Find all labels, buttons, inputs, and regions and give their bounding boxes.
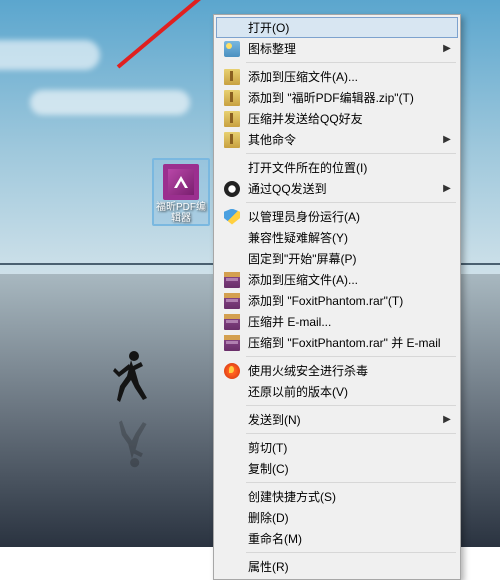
menu-restore-version[interactable]: 还原以前的版本(V) bbox=[216, 381, 458, 402]
menu-label: 剪切(T) bbox=[244, 439, 454, 456]
separator bbox=[246, 153, 456, 154]
menu-label: 兼容性疑难解答(Y) bbox=[244, 229, 454, 246]
menu-label: 其他命令 bbox=[244, 131, 440, 148]
menu-add-foxit-rar[interactable]: 添加到 "FoxitPhantom.rar"(T) bbox=[216, 290, 458, 311]
menu-label: 还原以前的版本(V) bbox=[244, 383, 454, 400]
menu-label: 压缩到 "FoxitPhantom.rar" 并 E-mail bbox=[244, 334, 454, 351]
separator bbox=[246, 202, 456, 203]
foxit-app-icon bbox=[163, 164, 199, 200]
menu-add-named-zip[interactable]: 添加到 "福昕PDF编辑器.zip"(T) bbox=[216, 87, 458, 108]
menu-other-commands[interactable]: 其他命令 ▶ bbox=[216, 129, 458, 150]
picture-icon bbox=[224, 41, 240, 57]
rar-icon bbox=[224, 335, 240, 351]
menu-pin-start[interactable]: 固定到"开始"屏幕(P) bbox=[216, 248, 458, 269]
menu-compat[interactable]: 兼容性疑难解答(Y) bbox=[216, 227, 458, 248]
menu-zip-send-qq[interactable]: 压缩并发送给QQ好友 bbox=[216, 108, 458, 129]
qq-icon bbox=[224, 181, 240, 197]
menu-open[interactable]: 打开(O) bbox=[216, 17, 458, 38]
shield-icon bbox=[224, 209, 240, 225]
menu-label: 通过QQ发送到 bbox=[244, 180, 440, 197]
menu-properties[interactable]: 属性(R) bbox=[216, 556, 458, 577]
menu-qq-send[interactable]: 通过QQ发送到 ▶ bbox=[216, 178, 458, 199]
menu-label: 发送到(N) bbox=[244, 411, 440, 428]
menu-zip-email[interactable]: 压缩并 E-mail... bbox=[216, 311, 458, 332]
menu-label: 打开文件所在的位置(I) bbox=[244, 159, 454, 176]
rar-icon bbox=[224, 293, 240, 309]
menu-cut[interactable]: 剪切(T) bbox=[216, 437, 458, 458]
menu-delete[interactable]: 删除(D) bbox=[216, 507, 458, 528]
menu-label: 压缩并发送给QQ好友 bbox=[244, 110, 454, 127]
menu-label: 图标整理 bbox=[244, 40, 440, 57]
separator bbox=[246, 356, 456, 357]
menu-label: 添加到 "福昕PDF编辑器.zip"(T) bbox=[244, 89, 454, 106]
menu-label: 添加到压缩文件(A)... bbox=[244, 68, 454, 85]
menu-label: 添加到 "FoxitPhantom.rar"(T) bbox=[244, 292, 454, 309]
rar-icon bbox=[224, 314, 240, 330]
context-menu: 打开(O) 图标整理 ▶ 添加到压缩文件(A)... 添加到 "福昕PDF编辑器… bbox=[213, 14, 461, 580]
archive-icon bbox=[224, 69, 240, 85]
desktop-icon-foxit-pdf[interactable]: 福昕PDF编辑器 bbox=[152, 158, 210, 226]
menu-label: 属性(R) bbox=[244, 558, 454, 575]
menu-rename[interactable]: 重命名(M) bbox=[216, 528, 458, 549]
menu-label: 固定到"开始"屏幕(P) bbox=[244, 250, 454, 267]
separator bbox=[246, 62, 456, 63]
menu-label: 复制(C) bbox=[244, 460, 454, 477]
separator bbox=[246, 482, 456, 483]
separator bbox=[246, 405, 456, 406]
submenu-arrow-icon: ▶ bbox=[440, 414, 454, 425]
menu-send-to[interactable]: 发送到(N) ▶ bbox=[216, 409, 458, 430]
menu-zip-foxit-email[interactable]: 压缩到 "FoxitPhantom.rar" 并 E-mail bbox=[216, 332, 458, 353]
menu-label: 删除(D) bbox=[244, 509, 454, 526]
rar-icon bbox=[224, 272, 240, 288]
menu-icon-tidy[interactable]: 图标整理 ▶ bbox=[216, 38, 458, 59]
huorong-icon bbox=[224, 363, 240, 379]
menu-label: 打开(O) bbox=[244, 19, 454, 36]
menu-label: 添加到压缩文件(A)... bbox=[244, 271, 454, 288]
menu-label: 使用火绒安全进行杀毒 bbox=[244, 362, 454, 379]
submenu-arrow-icon: ▶ bbox=[440, 43, 454, 54]
menu-add-archive-rar[interactable]: 添加到压缩文件(A)... bbox=[216, 269, 458, 290]
archive-icon bbox=[224, 90, 240, 106]
menu-add-archive[interactable]: 添加到压缩文件(A)... bbox=[216, 66, 458, 87]
archive-icon bbox=[224, 111, 240, 127]
menu-label: 创建快捷方式(S) bbox=[244, 488, 454, 505]
menu-copy[interactable]: 复制(C) bbox=[216, 458, 458, 479]
archive-icon bbox=[224, 132, 240, 148]
menu-label: 以管理员身份运行(A) bbox=[244, 208, 454, 225]
menu-huorong-scan[interactable]: 使用火绒安全进行杀毒 bbox=[216, 360, 458, 381]
desktop-icon-label: 福昕PDF编辑器 bbox=[156, 202, 206, 224]
menu-create-shortcut[interactable]: 创建快捷方式(S) bbox=[216, 486, 458, 507]
menu-run-admin[interactable]: 以管理员身份运行(A) bbox=[216, 206, 458, 227]
menu-open-location[interactable]: 打开文件所在的位置(I) bbox=[216, 157, 458, 178]
submenu-arrow-icon: ▶ bbox=[440, 183, 454, 194]
menu-label: 压缩并 E-mail... bbox=[244, 313, 454, 330]
menu-label: 重命名(M) bbox=[244, 530, 454, 547]
separator bbox=[246, 433, 456, 434]
separator bbox=[246, 552, 456, 553]
submenu-arrow-icon: ▶ bbox=[440, 134, 454, 145]
